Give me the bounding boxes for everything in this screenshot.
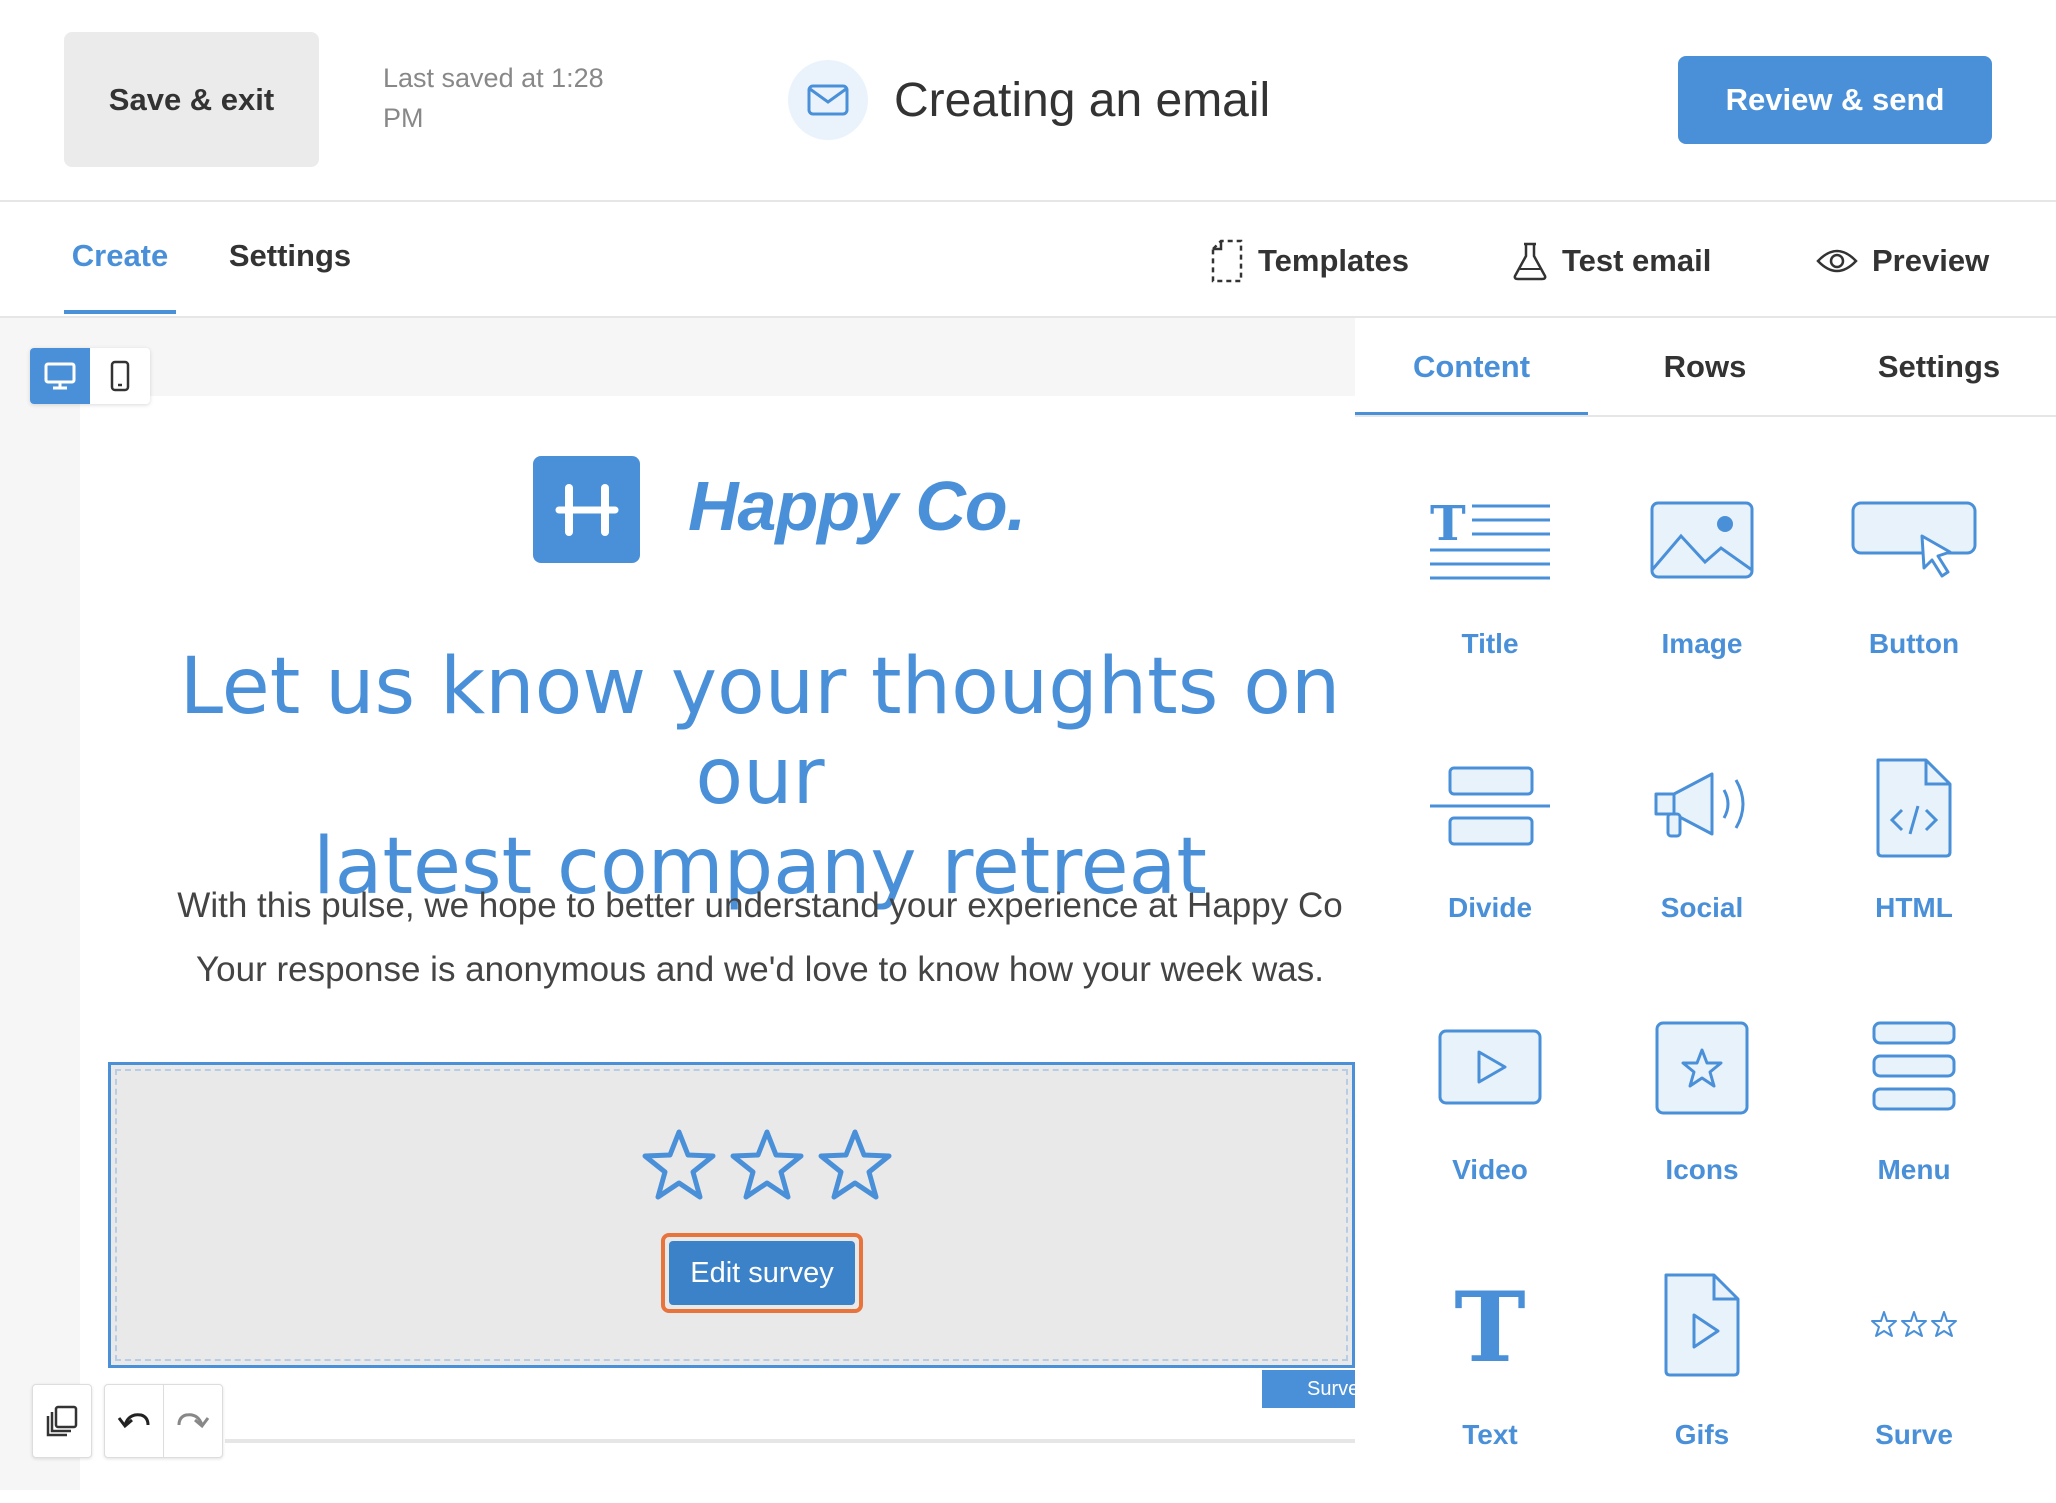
content-item-label: Icons: [1665, 1154, 1739, 1185]
mobile-view-button[interactable]: [90, 348, 150, 404]
flask-icon: [1513, 242, 1547, 281]
test-email-button[interactable]: Test email: [1512, 236, 1711, 286]
save-exit-button[interactable]: Save & exit: [64, 32, 319, 167]
edit-survey-highlight: Edit survey: [661, 1233, 863, 1313]
copy-icon: [46, 1405, 78, 1437]
review-send-button[interactable]: Review & send: [1678, 56, 1992, 144]
survey-stars-icon: [1808, 1309, 2020, 1339]
tab-bar: Create Settings Templates Test email Pre…: [0, 202, 2056, 318]
history-toolbar: [32, 1384, 92, 1458]
content-item-label: Video: [1452, 1154, 1528, 1185]
panel-tab-divider: [1355, 415, 2056, 417]
panel-tab-rows[interactable]: Rows: [1588, 318, 1822, 416]
top-bar: Save & exit Last saved at 1:28 PM Creati…: [0, 0, 2056, 202]
redo-icon: [177, 1413, 210, 1429]
body-text-line-1: With this pulse, we hope to better under…: [177, 886, 1343, 925]
headline-line-1: Let us know your thoughts on our: [179, 642, 1341, 822]
content-item-text[interactable]: T Text: [1384, 1279, 1596, 1503]
content-divider: [225, 1439, 1355, 1443]
star-icon: [1596, 1020, 1808, 1116]
survey-block-tag: Surve: [1262, 1370, 1355, 1408]
megaphone-icon: [1596, 764, 1808, 848]
content-item-label: Title: [1461, 628, 1519, 659]
page-title: Creating an email: [894, 73, 1271, 127]
duplicate-button[interactable]: [33, 1385, 91, 1457]
survey-stars: [641, 1127, 893, 1203]
desktop-icon: [44, 362, 76, 390]
content-item-survey[interactable]: Surve: [1808, 1293, 2020, 1503]
tab-create[interactable]: Create: [64, 202, 176, 314]
undo-redo-group: [104, 1384, 223, 1458]
text-icon: T: [1384, 1279, 1596, 1371]
button-icon: [1808, 500, 2020, 582]
redo-button[interactable]: [163, 1385, 222, 1457]
html-file-icon: [1808, 756, 2020, 860]
content-item-label: Image: [1661, 628, 1743, 659]
desktop-view-button[interactable]: [30, 348, 90, 404]
svg-text:T: T: [1430, 500, 1466, 552]
video-icon: [1384, 1028, 1596, 1108]
templates-label: Templates: [1258, 243, 1410, 278]
panel-tab-content[interactable]: Content: [1355, 318, 1588, 416]
test-email-label: Test email: [1562, 243, 1712, 278]
content-item-label: Divide: [1447, 892, 1533, 923]
mail-icon: [788, 60, 868, 140]
title-group: Creating an email: [788, 60, 1270, 140]
undo-icon: [117, 1413, 150, 1429]
logo-mark: [533, 456, 640, 563]
content-item-label: Social: [1660, 892, 1744, 923]
email-headline: Let us know your thoughts on our latest …: [130, 642, 1390, 912]
templates-button[interactable]: Templates: [1210, 236, 1409, 286]
tab-settings[interactable]: Settings: [220, 202, 360, 314]
body-text-line-2: Your response is anonymous and we'd love…: [196, 950, 1324, 989]
content-panel: Content Rows Settings T Title Image Butt…: [1355, 318, 2056, 1490]
content-item-label: Text: [1462, 1419, 1518, 1450]
logo-text: Happy Co.: [688, 467, 1026, 545]
content-item-label: Gifs: [1674, 1419, 1730, 1450]
star-icon[interactable]: [817, 1127, 893, 1203]
divider-icon: [1384, 764, 1596, 848]
content-item-html[interactable]: HTML: [1808, 758, 2020, 974]
content-item-label: HTML: [1875, 892, 1953, 923]
content-item-menu[interactable]: Menu: [1808, 1021, 2020, 1238]
star-icon[interactable]: [729, 1127, 805, 1203]
template-file-icon: [1211, 239, 1243, 283]
star-icon[interactable]: [641, 1127, 717, 1203]
menu-icon: [1808, 1020, 2020, 1112]
mobile-icon: [110, 360, 130, 392]
content-item-icons[interactable]: Icons: [1596, 1021, 1808, 1238]
device-toggle: [30, 348, 150, 404]
last-saved-status: Last saved at 1:28 PM: [383, 63, 604, 133]
title-icon: T: [1384, 500, 1596, 584]
content-item-button[interactable]: Button: [1808, 500, 2020, 710]
image-icon: [1596, 500, 1808, 580]
content-item-gifs[interactable]: Gifs: [1596, 1273, 1808, 1503]
content-item-label: Button: [1868, 628, 1960, 659]
content-item-social[interactable]: Social: [1596, 764, 1808, 974]
content-item-label: Surve: [1875, 1419, 1953, 1450]
content-item-image[interactable]: Image: [1596, 500, 1808, 710]
content-item-divide[interactable]: Divide: [1384, 764, 1596, 974]
preview-button[interactable]: Preview: [1816, 236, 1989, 286]
content-item-title[interactable]: T Title: [1384, 500, 1596, 710]
svg-text:T: T: [1454, 1279, 1525, 1371]
content-item-label: Menu: [1877, 1154, 1951, 1185]
survey-block[interactable]: Edit survey: [108, 1062, 1355, 1368]
gif-file-icon: [1596, 1271, 1808, 1379]
undo-button[interactable]: [105, 1385, 163, 1457]
eye-icon: [1816, 249, 1858, 273]
content-item-video[interactable]: Video: [1384, 1028, 1596, 1238]
edit-survey-button[interactable]: Edit survey: [669, 1241, 855, 1305]
preview-label: Preview: [1872, 243, 1990, 278]
panel-tab-settings[interactable]: Settings: [1822, 318, 2056, 416]
